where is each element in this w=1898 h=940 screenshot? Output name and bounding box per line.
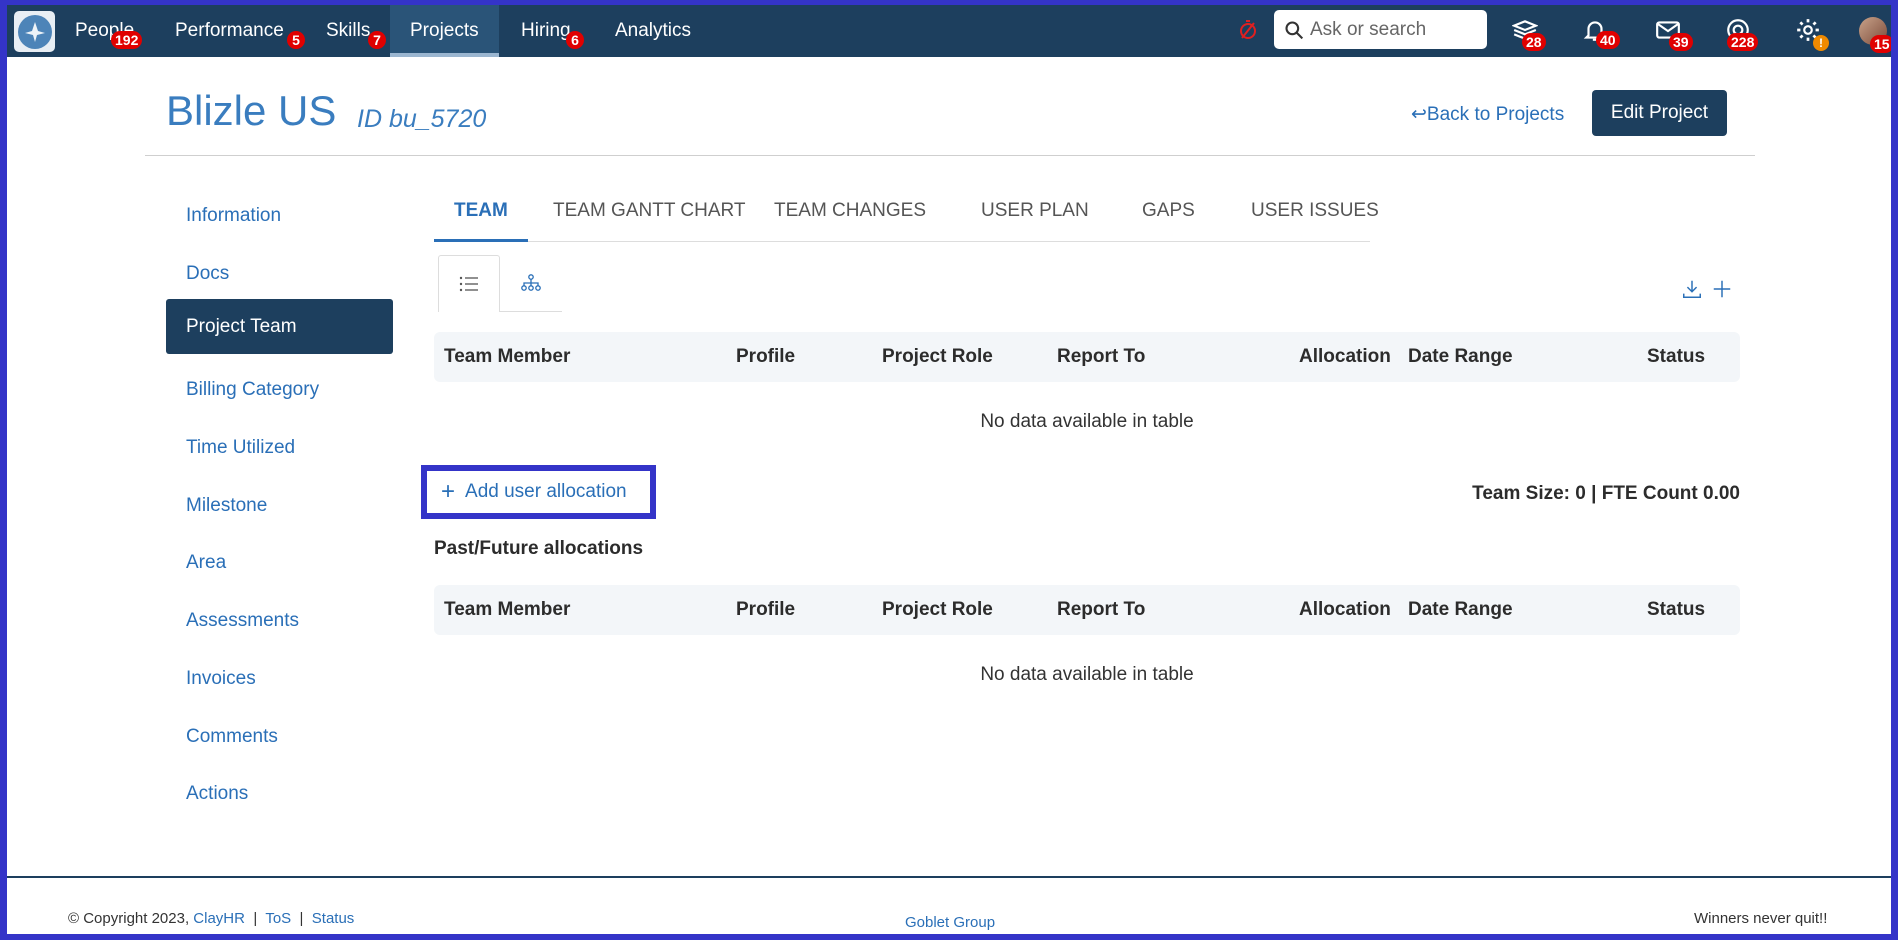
- search-icon: [1285, 20, 1304, 39]
- tab-user-plan[interactable]: USER PLAN: [961, 193, 1109, 242]
- past-future-title: Past/Future allocations: [434, 538, 644, 559]
- col-allocation[interactable]: Allocation: [1299, 332, 1391, 382]
- sidebar-item-docs[interactable]: Docs: [166, 246, 393, 301]
- project-tabs: TEAM TEAM GANTT CHART TEAM CHANGES USER …: [434, 193, 1379, 242]
- footer-separator: |: [299, 910, 304, 927]
- col-date-range[interactable]: Date Range: [1408, 585, 1513, 635]
- col-date-range[interactable]: Date Range: [1408, 332, 1513, 382]
- logo-icon: [17, 14, 52, 49]
- col-team-member[interactable]: Team Member: [444, 585, 570, 635]
- footer-motto: Winners never quit!!: [1694, 910, 1828, 927]
- team-size-summary: Team Size: 0 | FTE Count 0.00: [1472, 483, 1740, 504]
- sidebar-item-comments[interactable]: Comments: [166, 709, 393, 764]
- sidebar-item-time-utilized[interactable]: Time Utilized: [166, 420, 393, 475]
- tab-gaps[interactable]: GAPS: [1122, 193, 1215, 242]
- col-profile[interactable]: Profile: [736, 332, 795, 382]
- app-logo[interactable]: [14, 11, 55, 52]
- col-team-member[interactable]: Team Member: [444, 332, 570, 382]
- nav-performance-label: Performance: [175, 20, 284, 41]
- col-report-to[interactable]: Report To: [1057, 332, 1145, 382]
- mail-icon[interactable]: 39: [1655, 17, 1693, 51]
- back-to-projects-link[interactable]: ↩Back to Projects: [1411, 103, 1564, 126]
- nav-performance[interactable]: Performance 5: [175, 5, 305, 57]
- add-user-allocation-label: Add user allocation: [465, 481, 627, 502]
- col-profile[interactable]: Profile: [736, 585, 795, 635]
- past-future-table-header: Team Member Profile Project Role Report …: [434, 585, 1740, 635]
- nav-analytics-label: Analytics: [615, 20, 692, 41]
- page-title: Blizle US: [166, 87, 337, 134]
- profile-badge: 15: [1870, 35, 1891, 53]
- add-icon[interactable]: [1711, 278, 1735, 302]
- team-table-header: Team Member Profile Project Role Report …: [434, 332, 1740, 382]
- courses-badge: 28: [1522, 33, 1546, 51]
- sidebar-item-actions[interactable]: Actions: [166, 766, 393, 821]
- back-label: Back to Projects: [1426, 104, 1565, 125]
- nav-hiring-label: Hiring: [521, 20, 571, 41]
- footer-divider: [7, 876, 1891, 878]
- search-input[interactable]: [1310, 18, 1480, 41]
- nav-performance-badge: 5: [287, 31, 305, 49]
- tab-team-changes[interactable]: TEAM CHANGES: [754, 193, 946, 242]
- nav-hiring-badge: 6: [566, 31, 584, 49]
- nav-analytics[interactable]: Analytics: [615, 5, 691, 57]
- nav-projects[interactable]: Projects: [390, 5, 499, 57]
- goblet-group-link[interactable]: Goblet Group: [905, 914, 995, 931]
- list-view-toggle[interactable]: [438, 255, 500, 312]
- status-link[interactable]: Status: [312, 910, 355, 927]
- support-badge: 228: [1727, 33, 1759, 51]
- clayhr-link[interactable]: ClayHR: [193, 910, 245, 927]
- courses-icon[interactable]: 28: [1511, 17, 1546, 51]
- project-id: ID bu_5720: [357, 105, 487, 133]
- bell-icon[interactable]: 40: [1582, 17, 1620, 49]
- sidebar-item-assessments[interactable]: Assessments: [166, 593, 393, 648]
- sidebar-item-milestone[interactable]: Milestone: [166, 478, 393, 533]
- top-navbar: People 192 Performance 5 Skills 7 Projec…: [7, 5, 1891, 57]
- edit-project-button[interactable]: Edit Project: [1592, 90, 1727, 136]
- past-future-table-empty: No data available in table: [980, 664, 1194, 685]
- back-arrow-icon: ↩: [1411, 104, 1427, 125]
- download-icon[interactable]: [1681, 278, 1705, 302]
- support-icon[interactable]: 228: [1725, 17, 1759, 51]
- list-icon: [459, 276, 478, 292]
- nav-skills-label: Skills: [326, 20, 371, 41]
- search-box[interactable]: [1274, 10, 1487, 49]
- tab-team-gantt-chart[interactable]: TEAM GANTT CHART: [533, 193, 765, 242]
- org-chart-icon: [521, 274, 541, 291]
- sidebar-item-billing-category[interactable]: Billing Category: [166, 362, 393, 417]
- nav-skills-badge: 7: [368, 31, 386, 49]
- timer-off-icon[interactable]: [1236, 18, 1266, 48]
- col-report-to[interactable]: Report To: [1057, 585, 1145, 635]
- nav-skills[interactable]: Skills 7: [326, 5, 386, 57]
- notifications-badge: 40: [1596, 31, 1620, 49]
- col-status[interactable]: Status: [1647, 585, 1705, 635]
- app-frame: People 192 Performance 5 Skills 7 Projec…: [7, 5, 1891, 934]
- copyright-text: © Copyright 2023,: [68, 910, 190, 927]
- add-user-allocation-button[interactable]: + Add user allocation: [421, 465, 656, 519]
- col-allocation[interactable]: Allocation: [1299, 585, 1391, 635]
- nav-projects-label: Projects: [410, 20, 479, 41]
- org-chart-view-toggle[interactable]: [500, 255, 562, 312]
- sidebar-item-information[interactable]: Information: [166, 188, 393, 243]
- nav-people-badge: 192: [111, 31, 143, 49]
- nav-people[interactable]: People 192: [75, 5, 143, 57]
- col-project-role[interactable]: Project Role: [882, 585, 993, 635]
- settings-badge: !: [1813, 35, 1829, 51]
- tos-link[interactable]: ToS: [265, 910, 291, 927]
- sidebar-item-invoices[interactable]: Invoices: [166, 651, 393, 706]
- nav-hiring[interactable]: Hiring 6: [521, 5, 584, 57]
- sidebar-item-area[interactable]: Area: [166, 535, 393, 590]
- tab-user-issues[interactable]: USER ISSUES: [1231, 193, 1399, 242]
- footer-left: © Copyright 2023, ClayHR | ToS | Status: [68, 910, 354, 927]
- messages-badge: 39: [1669, 33, 1693, 51]
- team-table-empty: No data available in table: [980, 411, 1194, 432]
- sidebar-item-project-team[interactable]: Project Team: [166, 299, 393, 354]
- plus-icon: +: [441, 478, 456, 505]
- tab-team[interactable]: TEAM: [434, 193, 528, 242]
- gear-icon[interactable]: !: [1795, 17, 1829, 51]
- footer-separator: |: [253, 910, 258, 927]
- col-status[interactable]: Status: [1647, 332, 1705, 382]
- col-project-role[interactable]: Project Role: [882, 332, 993, 382]
- header-divider: [145, 155, 1755, 156]
- avatar[interactable]: 15: [1859, 17, 1891, 53]
